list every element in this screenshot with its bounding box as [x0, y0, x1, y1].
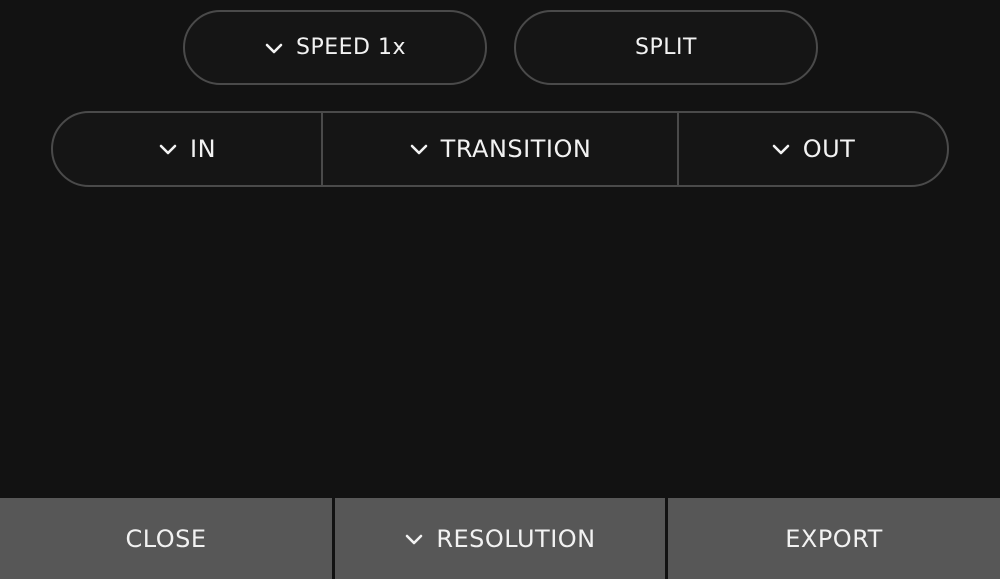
export-button[interactable]: EXPORT: [668, 498, 1000, 579]
chevron-down-icon: [264, 41, 284, 55]
export-button-label: EXPORT: [785, 524, 883, 553]
split-button[interactable]: SPLIT: [514, 10, 818, 85]
chevron-down-icon: [771, 142, 791, 156]
out-button-label: OUT: [802, 135, 856, 163]
out-button[interactable]: OUT: [679, 113, 947, 185]
in-button[interactable]: IN: [53, 113, 323, 185]
chevron-down-icon: [404, 532, 424, 546]
resolution-button[interactable]: RESOLUTION: [335, 498, 665, 579]
close-button[interactable]: CLOSE: [0, 498, 332, 579]
bottom-action-bar: CLOSE RESOLUTION EXPORT: [0, 498, 1000, 579]
transition-button[interactable]: TRANSITION: [323, 113, 679, 185]
speed-button[interactable]: SPEED 1x: [183, 10, 487, 85]
transition-segmented-control: IN TRANSITION OUT: [51, 111, 949, 187]
speed-button-label: SPEED 1x: [296, 35, 406, 60]
resolution-button-label: RESOLUTION: [436, 524, 596, 553]
chevron-down-icon: [158, 142, 178, 156]
split-button-label: SPLIT: [635, 35, 697, 60]
chevron-down-icon: [409, 142, 429, 156]
transition-button-label: TRANSITION: [440, 135, 592, 163]
close-button-label: CLOSE: [125, 524, 207, 553]
in-button-label: IN: [189, 135, 217, 163]
